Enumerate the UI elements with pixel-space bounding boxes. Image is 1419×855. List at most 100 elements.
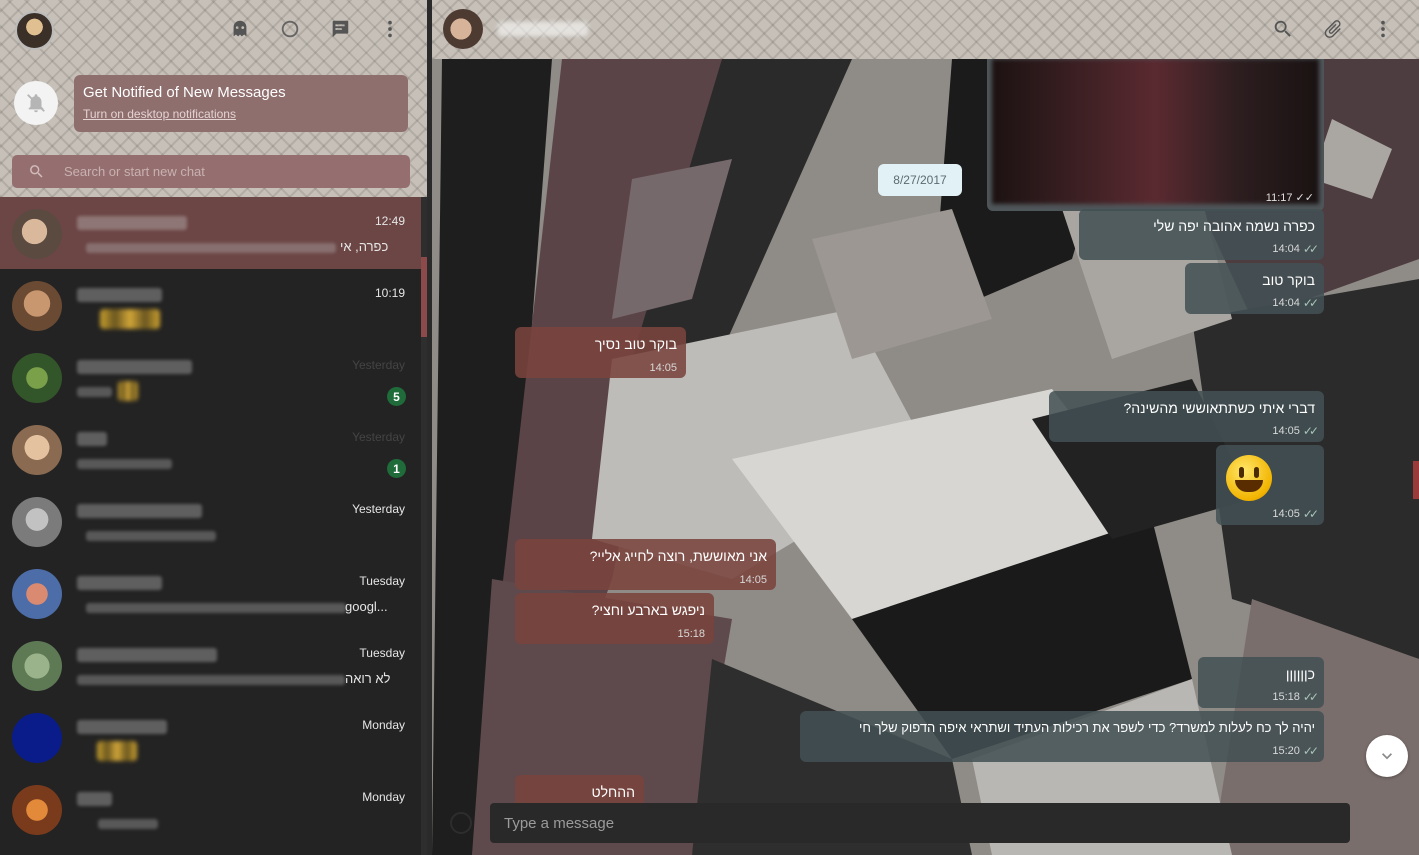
message-meta: 14:05 <box>649 362 677 374</box>
scroll-to-bottom-button[interactable] <box>1366 735 1408 777</box>
chat-name <box>77 360 192 374</box>
chat-preview-blurred <box>77 459 172 469</box>
message-meta: 14:05 ✓✓ <box>1272 507 1319 521</box>
avatar <box>12 641 62 691</box>
message-meta: 14:04 ✓✓ <box>1272 242 1319 256</box>
emoji-preview <box>100 309 160 329</box>
menu-icon[interactable] <box>1371 17 1395 41</box>
message-meta: 15:18 ✓✓ <box>1272 690 1319 704</box>
avatar <box>12 497 62 547</box>
message-input[interactable] <box>504 803 1334 843</box>
chat-name <box>77 648 217 662</box>
chat-sidebar: Get Notified of New Messages Turn on des… <box>0 0 427 855</box>
chat-list-item[interactable]: Yesterday 1 <box>0 413 421 485</box>
chat-time: 10:19 <box>374 286 405 300</box>
search-bar <box>12 155 410 188</box>
conversation-panel: 11:17 ✓✓ 8/27/2017 כפרה נשמה אהובה יפה ש… <box>432 0 1419 855</box>
message-meta: 14:04 ✓✓ <box>1272 296 1319 310</box>
conversation-header[interactable] <box>432 0 1419 59</box>
profile-avatar[interactable] <box>15 11 54 50</box>
message-text: דברי איתי כשתתאוששי מהשינה? <box>1123 400 1315 416</box>
chat-list-item[interactable]: Monday <box>0 773 421 845</box>
chat-preview-blurred <box>86 603 346 613</box>
chat-list-item[interactable]: Tuesday googl... <box>0 557 421 629</box>
image-thumbnail <box>992 59 1319 204</box>
search-input[interactable] <box>64 155 394 188</box>
bell-off-icon[interactable] <box>14 81 58 125</box>
chat-time: Yesterday <box>352 430 405 444</box>
message-bubble-outgoing[interactable]: כפרה נשמה אהובה יפה שלי 14:04 ✓✓ <box>1079 209 1324 260</box>
read-receipt-icon: ✓✓ <box>1302 690 1319 704</box>
chat-name <box>77 288 162 302</box>
message-bubble-outgoing[interactable]: 14:05 ✓✓ <box>1216 445 1324 525</box>
message-bubble-outgoing[interactable]: כןןןןןן 15:18 ✓✓ <box>1198 657 1324 708</box>
chat-name <box>77 792 112 806</box>
read-receipt-icon: ✓✓ <box>1302 296 1319 310</box>
chat-list-item[interactable]: 10:19 <box>0 269 421 341</box>
menu-icon[interactable] <box>377 16 403 42</box>
message-text: יהיה לך כח לעלות למשרד? כדי לשפר את רכיל… <box>859 720 1315 735</box>
message-text: בוקר טוב <box>1262 272 1315 288</box>
avatar <box>12 281 62 331</box>
read-receipt-icon: ✓✓ <box>1302 507 1319 521</box>
chat-name <box>77 504 202 518</box>
emoji-preview <box>118 381 138 401</box>
chat-preview-blurred <box>86 531 216 541</box>
emoji-icon[interactable] <box>450 812 472 834</box>
message-time: 11:17 ✓✓ <box>1265 192 1314 204</box>
chat-list-item[interactable]: Tuesday לא רואה <box>0 629 421 701</box>
message-meta: 15:18 <box>677 628 705 640</box>
chat-time: Tuesday <box>359 574 405 588</box>
avatar <box>12 713 62 763</box>
chat-time: Monday <box>362 790 405 804</box>
message-bubble-outgoing[interactable]: יהיה לך כח לעלות למשרד? כדי לשפר את רכיל… <box>800 711 1324 762</box>
message-bubble-incoming[interactable]: בוקר טוב נסיך 14:05 <box>515 327 686 378</box>
read-receipt-icon: ✓✓ <box>1302 242 1319 256</box>
message-text: כפרה נשמה אהובה יפה שלי <box>1153 218 1315 234</box>
image-message[interactable]: 11:17 ✓✓ <box>987 59 1324 211</box>
chat-list-item[interactable]: Yesterday 5 <box>0 341 421 413</box>
emoji-preview <box>97 741 137 761</box>
message-bubble-outgoing[interactable]: דברי איתי כשתתאוששי מהשינה? 14:05 ✓✓ <box>1049 391 1324 442</box>
chat-preview: googl... <box>345 599 388 614</box>
message-meta: 15:20 ✓✓ <box>1272 744 1319 758</box>
message-bubble-incoming[interactable]: אני מאוששת, רוצה לחייג אליי? 14:05 <box>515 539 776 590</box>
avatar <box>12 425 62 475</box>
date-separator: 8/27/2017 <box>878 164 962 196</box>
message-bubble-incoming[interactable]: ניפגש בארבע וחצי? 15:18 <box>515 593 714 644</box>
contact-name[interactable] <box>498 22 588 36</box>
new-chat-icon[interactable] <box>327 16 353 42</box>
chat-preview-blurred <box>98 819 158 829</box>
message-meta: 14:05 ✓✓ <box>1272 424 1319 438</box>
chat-name <box>77 576 162 590</box>
chat-preview: כפרה, אי <box>340 239 389 254</box>
message-text: אני מאוששת, רוצה לחייג אליי? <box>589 548 767 564</box>
chat-preview-blurred <box>77 387 112 397</box>
chat-preview-blurred <box>86 243 336 253</box>
chat-preview-blurred <box>77 675 345 685</box>
ghost-icon[interactable] <box>227 16 253 42</box>
enable-notifications-link[interactable]: Turn on desktop notifications <box>83 107 399 121</box>
attach-icon[interactable] <box>1321 17 1345 41</box>
chat-time: Yesterday <box>352 502 405 516</box>
chat-list-item[interactable]: Monday <box>0 701 421 773</box>
notification-title: Get Notified of New Messages <box>83 84 286 101</box>
chat-list-item[interactable]: Yesterday <box>0 485 421 557</box>
search-icon[interactable] <box>1271 17 1295 41</box>
message-meta: 14:05 <box>739 574 767 586</box>
avatar <box>12 353 62 403</box>
chat-list-item[interactable]: 12:49 כפרה, אי <box>0 197 421 269</box>
message-bubble-outgoing[interactable]: בוקר טוב 14:04 ✓✓ <box>1185 263 1324 314</box>
sidebar-header: Get Notified of New Messages Turn on des… <box>0 0 427 197</box>
chat-time: 12:49 <box>374 214 405 228</box>
smiley-emoji-icon <box>1226 455 1272 501</box>
contact-avatar[interactable] <box>443 9 483 49</box>
read-receipt-icon: ✓✓ <box>1302 744 1319 758</box>
message-text: כןןןןןן <box>1285 666 1315 682</box>
message-composer <box>490 803 1350 843</box>
chat-name <box>77 720 167 734</box>
status-icon[interactable] <box>277 16 303 42</box>
chat-time: Tuesday <box>359 646 405 660</box>
chat-wallpaper: 11:17 ✓✓ 8/27/2017 כפרה נשמה אהובה יפה ש… <box>432 59 1419 855</box>
chat-time: Monday <box>362 718 405 732</box>
